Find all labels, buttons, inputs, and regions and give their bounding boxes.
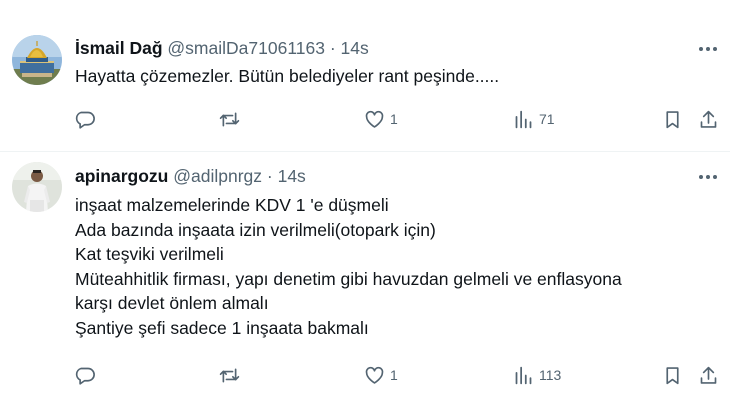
avatar[interactable] <box>12 35 62 85</box>
share-upload-icon <box>700 110 717 128</box>
bookmark-button[interactable] <box>662 107 683 131</box>
reply-bubble-icon <box>75 111 95 129</box>
mosque-avatar-image <box>12 35 62 85</box>
timestamp[interactable]: 14s <box>341 38 369 58</box>
like-button[interactable]: 1 <box>364 363 398 387</box>
tweet[interactable]: apinargozu @adilpnrgz · 14s inşaat malze… <box>0 152 730 420</box>
retweet-button[interactable] <box>219 107 245 131</box>
like-button[interactable]: 1 <box>364 107 398 131</box>
tweet-text-line: Şantiye şefi sadece 1 inşaata bakmalı <box>75 317 369 338</box>
tweet-text-line: Ada bazında inşaata izin verilmeli(otopa… <box>75 219 436 240</box>
like-count: 1 <box>390 367 398 383</box>
more-horizontal-icon <box>699 47 717 51</box>
action-bar: 1 71 <box>0 107 730 131</box>
view-count: 113 <box>539 367 562 383</box>
reply-button[interactable] <box>74 107 100 131</box>
display-name[interactable]: İsmail Dağ <box>75 38 163 58</box>
timestamp[interactable]: 14s <box>278 166 306 186</box>
share-button[interactable] <box>698 107 719 131</box>
retweet-button[interactable] <box>219 363 245 387</box>
tweet-header: İsmail Dağ @smailDa71061163 · 14s <box>75 36 369 60</box>
heart-icon <box>365 366 384 384</box>
analytics-bars-icon <box>515 110 532 128</box>
reply-bubble-icon <box>75 367 95 385</box>
tweet-text-line: karşı devlet önlem almalı <box>75 293 269 313</box>
user-handle[interactable]: @smailDa71061163 <box>167 38 325 58</box>
bookmark-button[interactable] <box>662 363 683 387</box>
view-count: 71 <box>539 111 555 127</box>
tweet-text-line: inşaat malzemelerinde KDV 1 'e düşmeli <box>75 195 389 215</box>
share-upload-icon <box>700 366 717 384</box>
tweet-header: apinargozu @adilpnrgz · 14s <box>75 164 306 188</box>
reply-button[interactable] <box>74 363 100 387</box>
views-button[interactable]: 113 <box>513 363 561 387</box>
tweet[interactable]: İsmail Dağ @smailDa71061163 · 14s Hayatt… <box>0 0 730 151</box>
tweet-text-line: Kat teşviki verilmeli <box>75 244 224 264</box>
tweet-text: Hayatta çözemezler. Bütün belediyeler ra… <box>75 64 499 89</box>
tweet-text: inşaat malzemelerinde KDV 1 'e düşmeli A… <box>75 193 622 340</box>
person-avatar-image <box>12 162 62 212</box>
more-options-button[interactable] <box>696 165 720 189</box>
like-count: 1 <box>390 111 398 127</box>
tweet-text-line: Müteahhitlik firması, yapı denetim gibi … <box>75 268 622 289</box>
share-button[interactable] <box>698 363 719 387</box>
bookmark-icon <box>666 366 679 384</box>
separator-dot: · <box>329 38 336 58</box>
avatar[interactable] <box>12 162 62 212</box>
views-button[interactable]: 71 <box>513 107 555 131</box>
analytics-bars-icon <box>515 366 532 384</box>
separator-dot: · <box>266 166 273 186</box>
action-bar: 1 113 <box>0 363 730 387</box>
more-horizontal-icon <box>699 175 717 179</box>
heart-icon <box>365 110 384 128</box>
retweet-icon <box>219 112 240 126</box>
bookmark-icon <box>666 110 679 128</box>
more-options-button[interactable] <box>696 37 720 61</box>
display-name[interactable]: apinargozu <box>75 166 168 186</box>
user-handle[interactable]: @adilpnrgz <box>173 166 262 186</box>
tweet-text-line: Hayatta çözemezler. Bütün belediyeler ra… <box>75 66 500 86</box>
retweet-icon <box>219 368 240 382</box>
